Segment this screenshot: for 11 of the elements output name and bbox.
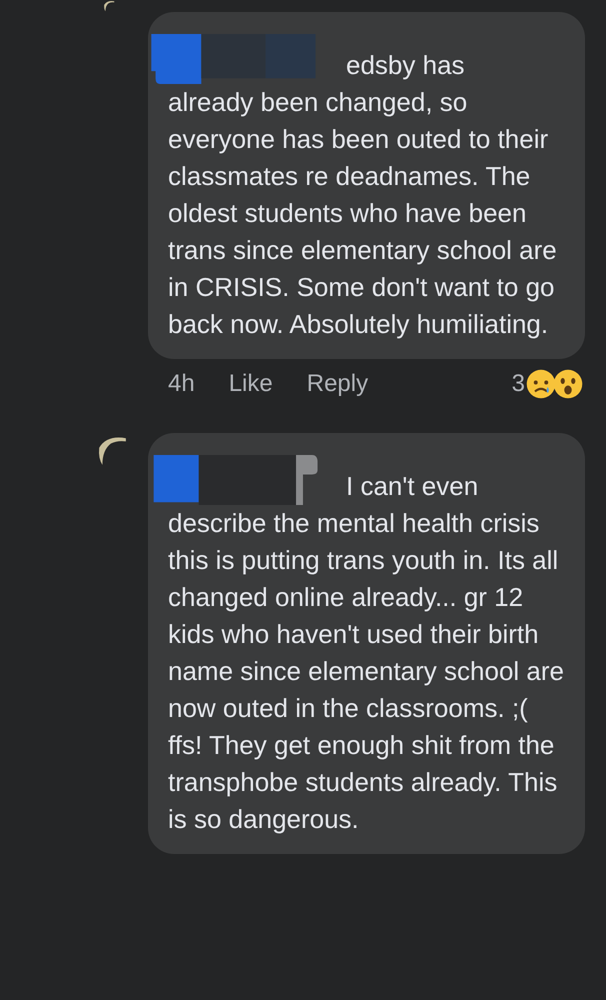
action-link[interactable]: Reply [306,370,368,398]
crying-face-icon [526,369,556,399]
comment-text: edsby has [346,49,465,82]
comment-text: I can't even [346,470,478,503]
avatar-icon [96,435,128,467]
comment-time: 4h [168,370,195,398]
reaction-count: 3 [512,370,525,398]
surprised-face-icon [553,369,583,399]
comment-text: already been changed, so everyone has been outed to their classmates re deadnames. The oldest students who have been trans since elementary school are in CRISIS. Some don't want to go back now. Absolutely humiliating. [168,86,558,341]
action-link[interactable]: Like [228,370,273,398]
comment-text: describe the mental health crisis this is putting trans youth in. Its all changed online already... gr 12 kids who haven't used their birth name since elementary school are now outed in the classrooms. ;( ffs! They get enough shit from the transphobe students already. This is so dangerous. [168,507,565,836]
